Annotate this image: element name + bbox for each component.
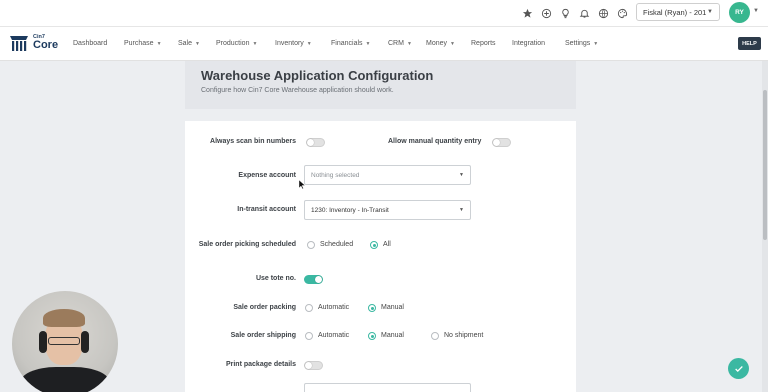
- nav-reports[interactable]: Reports: [471, 40, 496, 47]
- scrollbar-thumb[interactable]: [763, 90, 767, 240]
- picking-scheduled-radio[interactable]: [307, 241, 315, 249]
- nav-label: Reports: [471, 40, 496, 47]
- nav-label: Purchase: [124, 40, 154, 47]
- print-package-details-toggle[interactable]: [304, 361, 323, 370]
- shipping-automatic-radio[interactable]: [305, 332, 313, 340]
- sale-order-packing-label: Sale order packing: [233, 304, 296, 311]
- picking-scheduled-label: Scheduled: [320, 241, 354, 248]
- shipping-no-shipment-radio[interactable]: [431, 332, 439, 340]
- nav-label: Sale: [178, 40, 193, 47]
- presenter-webcam: [12, 291, 118, 392]
- nav-label: CRM: [388, 40, 404, 47]
- shipping-manual-label: Manual: [381, 332, 404, 339]
- caret-down-icon: ▼: [593, 41, 599, 47]
- star-icon[interactable]: [519, 5, 535, 21]
- chevron-down-icon[interactable]: ▼: [753, 8, 759, 14]
- packing-manual-label: Manual: [381, 304, 404, 311]
- nav-money[interactable]: Money ▼: [426, 40, 455, 47]
- in-transit-account-label: In-transit account: [237, 206, 296, 213]
- headset-icon: [39, 331, 47, 353]
- globe-icon[interactable]: [595, 5, 611, 21]
- shipping-automatic-label: Automatic: [318, 332, 350, 339]
- picking-all-label: All: [383, 241, 391, 248]
- logo-wordmark: Cin7 Core: [33, 34, 59, 52]
- shipping-manual-radio[interactable]: [368, 332, 376, 340]
- page-subtitle: Configure how Cin7 Core Warehouse applic…: [201, 87, 394, 94]
- allow-manual-quantity-entry-toggle[interactable]: [492, 138, 511, 147]
- nav-integration[interactable]: Integration: [512, 40, 545, 47]
- logo-text-big: Core: [33, 39, 59, 52]
- caret-down-icon: ▼: [365, 41, 371, 47]
- mouse-cursor-icon: [299, 180, 305, 189]
- allow-manual-quantity-entry-label: Allow manual quantity entry: [388, 138, 482, 145]
- main-navigation: Cin7 Core Dashboard Purchase ▼ Sale ▼ Prod…: [0, 27, 768, 61]
- company-selector[interactable]: Fiskal (Ryan) - 201 ▼: [636, 3, 720, 21]
- sale-order-picking-scheduled-label: Sale order picking scheduled: [198, 241, 296, 248]
- expense-account-select[interactable]: Nothing selected ▼: [304, 165, 471, 185]
- packing-automatic-radio[interactable]: [305, 304, 313, 312]
- help-button[interactable]: HELP: [738, 37, 761, 50]
- nav-dashboard[interactable]: Dashboard: [73, 40, 107, 47]
- settings-form: Always scan bin numbers Allow manual qua…: [185, 121, 576, 392]
- lightbulb-icon[interactable]: [557, 5, 573, 21]
- nav-label: Settings: [565, 40, 591, 47]
- user-avatar[interactable]: RY: [729, 2, 750, 23]
- use-tote-no-label: Use tote no.: [255, 275, 296, 282]
- packing-manual-radio[interactable]: [368, 304, 376, 312]
- expense-account-value: Nothing selected: [311, 171, 360, 179]
- next-row-select[interactable]: [304, 383, 471, 392]
- headset-icon: [81, 331, 89, 353]
- chevron-down-icon: ▼: [707, 9, 713, 15]
- nav-label: Inventory: [275, 40, 304, 47]
- expense-account-label: Expense account: [238, 172, 296, 179]
- nav-financials[interactable]: Financials ▼: [331, 40, 370, 47]
- nav-production[interactable]: Production ▼: [216, 40, 257, 47]
- sale-order-shipping-label: Sale order shipping: [230, 332, 296, 339]
- nav-label: Dashboard: [73, 40, 108, 47]
- in-transit-account-value: 1230: Inventory - In-Transit: [311, 206, 389, 214]
- page-title: Warehouse Application Configuration: [201, 68, 434, 83]
- top-bar: Fiskal (Ryan) - 201 ▼ RY ▼: [0, 0, 768, 27]
- cin7-core-logo[interactable]: Cin7 Core: [8, 32, 58, 54]
- packing-automatic-label: Automatic: [318, 304, 350, 311]
- check-icon: [734, 365, 743, 372]
- caret-down-icon: ▼: [450, 41, 455, 47]
- print-package-details-label: Print package details: [225, 361, 296, 368]
- picking-all-radio[interactable]: [370, 241, 378, 249]
- caret-down-icon: ▼: [252, 41, 258, 47]
- glasses-icon: [48, 337, 80, 345]
- plus-circle-icon[interactable]: [538, 5, 554, 21]
- bell-icon[interactable]: [576, 5, 592, 21]
- caret-down-icon: ▼: [195, 41, 200, 47]
- caret-down-icon: ▼: [406, 41, 412, 47]
- use-tote-no-toggle[interactable]: [304, 275, 323, 284]
- nav-label: Production: [216, 40, 250, 47]
- nav-sale[interactable]: Sale ▼: [178, 40, 200, 47]
- nav-inventory[interactable]: Inventory ▼: [275, 40, 312, 47]
- caret-down-icon: ▼: [156, 41, 162, 47]
- page-header: Warehouse Application Configuration Conf…: [185, 61, 576, 109]
- shipping-no-shipment-label: No shipment: [444, 332, 484, 339]
- chevron-down-icon: ▼: [459, 172, 464, 178]
- check-fab-button[interactable]: [728, 358, 749, 379]
- presenter-hair: [43, 309, 85, 327]
- nav-purchase[interactable]: Purchase ▼: [124, 40, 162, 47]
- always-scan-bin-numbers-label: Always scan bin numbers: [210, 138, 296, 145]
- palette-icon[interactable]: [614, 5, 630, 21]
- in-transit-account-select[interactable]: 1230: Inventory - In-Transit ▼: [304, 200, 471, 220]
- nav-label: Integration: [512, 40, 546, 47]
- chevron-down-icon: ▼: [459, 207, 464, 213]
- always-scan-bin-numbers-toggle[interactable]: [306, 138, 325, 147]
- caret-down-icon: ▼: [306, 41, 312, 47]
- presenter-shirt: [20, 367, 110, 392]
- cin7-logo-icon: [10, 36, 28, 51]
- company-selector-label: Fiskal (Ryan) - 201: [643, 7, 707, 17]
- nav-label: Money: [426, 40, 448, 47]
- nav-settings[interactable]: Settings ▼: [565, 40, 598, 47]
- nav-label: Financials: [331, 40, 363, 47]
- nav-crm[interactable]: CRM ▼: [388, 40, 412, 47]
